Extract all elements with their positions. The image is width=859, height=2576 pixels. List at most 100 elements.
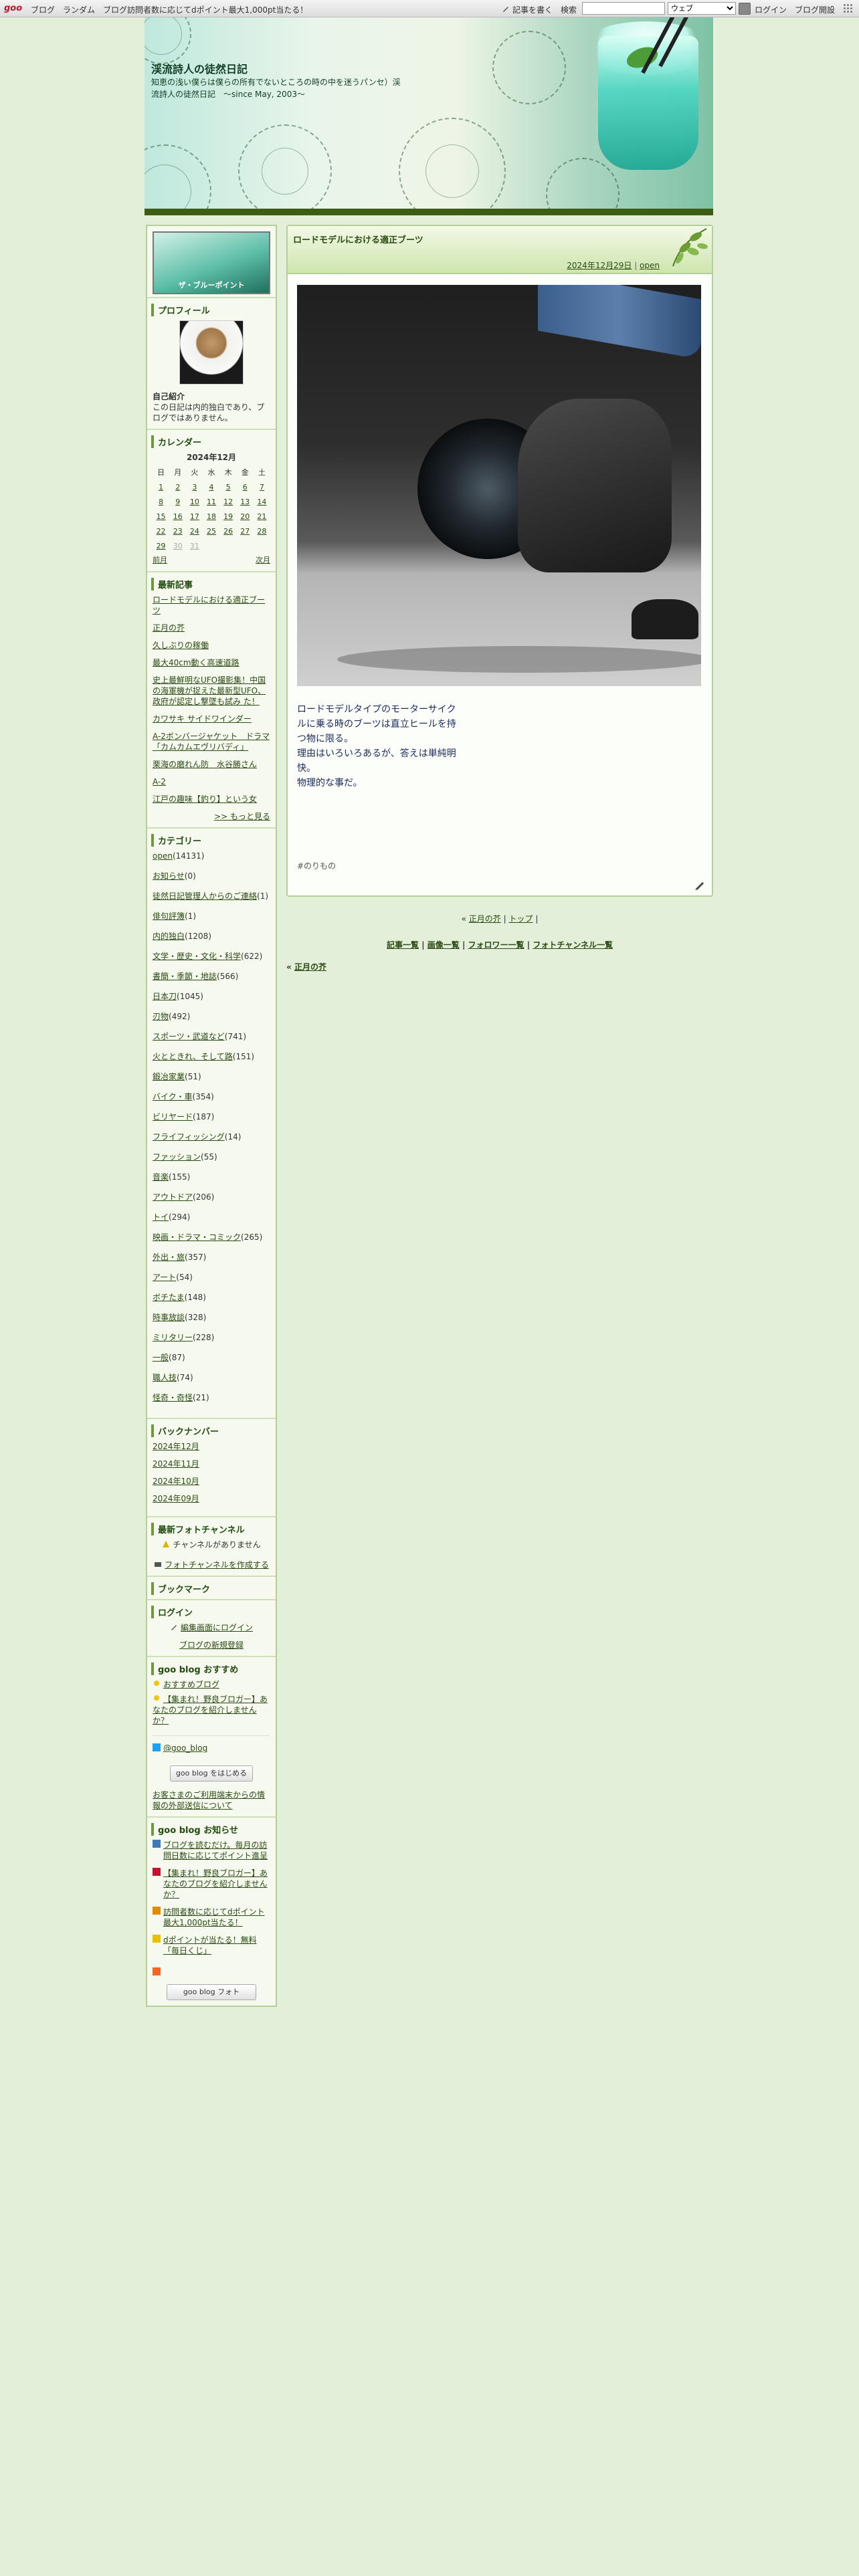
news-link[interactable]: 訪問者数に応じてdポイント最大1,000pt当たる！ — [163, 1907, 270, 1928]
backnumber-item-link[interactable]: 2024年12月 — [153, 1442, 199, 1451]
recent-entry[interactable]: 最大40cm動く高速道路 — [153, 657, 270, 668]
calendar-day[interactable]: 20 — [237, 510, 254, 524]
followers-list-link[interactable]: フォロワー一覧 — [468, 940, 524, 950]
calendar-day[interactable]: 25 — [203, 524, 219, 539]
category-item[interactable]: ボチたま(148) — [153, 1292, 270, 1303]
calendar-day-link[interactable]: 20 — [240, 512, 250, 521]
calendar-day[interactable]: 10 — [186, 495, 203, 510]
category-item[interactable]: バイク・車(354) — [153, 1091, 270, 1102]
category-item-link[interactable]: 職人技 — [153, 1373, 177, 1382]
topbar-link-campaign[interactable]: ブログ訪問者数に応じてdポイント最大1,000pt当たる！ — [103, 4, 308, 15]
page-top-link[interactable]: トップ — [508, 914, 533, 924]
category-item-link[interactable]: 怪奇・奇怪 — [153, 1393, 193, 1402]
category-item-link[interactable]: トイ — [153, 1212, 169, 1222]
category-item-link[interactable]: 音楽 — [153, 1172, 169, 1182]
category-item-link[interactable]: 刃物 — [153, 1012, 169, 1021]
calendar-day[interactable]: 16 — [169, 510, 186, 524]
recent-entry-link[interactable]: A-2ボンバージャケット ドラマ「カムカムエヴリバディ」 — [153, 732, 270, 752]
search-input[interactable] — [582, 2, 665, 15]
calendar-day[interactable]: 11 — [203, 495, 219, 510]
rss-icon[interactable] — [153, 1967, 161, 1975]
category-item-link[interactable]: スポーツ・武道など — [153, 1032, 225, 1041]
recommend-link[interactable]: おすすめブログ — [163, 1680, 219, 1689]
category-item-link[interactable]: ファッション — [153, 1152, 201, 1162]
category-item-link[interactable]: アウトドア — [153, 1192, 193, 1202]
menu-grid-icon[interactable] — [843, 3, 854, 14]
news-item[interactable]: 【集まれ！野良ブロガー】あなたのブログを紹介しませんか？ — [153, 1868, 270, 1900]
category-item-link[interactable]: open — [153, 851, 173, 861]
category-item[interactable]: 書簡・季節・地誌(566) — [153, 971, 270, 982]
calendar-day[interactable]: 28 — [254, 524, 270, 539]
calendar-day[interactable]: 14 — [254, 495, 270, 510]
news-link[interactable]: ブログを読むだけ。毎月の訪問日数に応じてポイント進呈 — [163, 1840, 270, 1861]
recent-entry-link[interactable]: カワサキ サイドワインダー — [153, 714, 252, 724]
category-item[interactable]: トイ(294) — [153, 1212, 270, 1222]
category-item[interactable]: アウトドア(206) — [153, 1192, 270, 1202]
calendar-day-link[interactable]: 27 — [240, 527, 250, 536]
calendar-day[interactable]: 19 — [220, 510, 237, 524]
category-item[interactable]: 一般(87) — [153, 1352, 270, 1363]
calendar-next-link[interactable]: 次月 — [256, 555, 270, 566]
calendar-day[interactable]: 12 — [220, 495, 237, 510]
category-item[interactable]: open(14131) — [153, 851, 270, 861]
recent-entry[interactable]: A-2 — [153, 776, 270, 787]
calendar-day[interactable]: 7 — [254, 480, 270, 495]
blog-title[interactable]: 渓流詩人の徒然日記 — [151, 60, 248, 76]
calendar-day[interactable]: 3 — [186, 480, 203, 495]
goo-logo[interactable]: goo — [4, 3, 22, 13]
category-item[interactable]: フライフィッシング(14) — [153, 1132, 270, 1142]
recent-entry-link[interactable]: A-2 — [153, 777, 166, 786]
search-scope-select[interactable]: ウェブ — [668, 2, 736, 15]
calendar-day-link[interactable]: 16 — [173, 512, 183, 521]
login-link[interactable]: ログイン — [755, 4, 787, 15]
category-item[interactable]: 音楽(155) — [153, 1172, 270, 1182]
category-item-link[interactable]: 俳句評簿 — [153, 911, 185, 921]
entry-title[interactable]: ロードモデルにおける適正ブーツ — [293, 233, 423, 245]
recent-entry[interactable]: 史上最鮮明なUFO撮影集！中国の海軍機が捉えた最新型UFO、政府が認定し撃墜も試… — [153, 675, 270, 707]
recent-entry-link[interactable]: 栗海の磨れん防 水谷勝さん — [153, 760, 257, 769]
category-item-link[interactable]: アート — [153, 1273, 176, 1282]
category-item-link[interactable]: 外出・旅 — [153, 1253, 185, 1262]
recent-entry[interactable]: 久しぶりの稼働 — [153, 640, 270, 651]
edit-pen-icon[interactable] — [694, 879, 705, 890]
entry-category-link[interactable]: open — [640, 261, 660, 270]
news-link[interactable]: dポイントが当たる！無料「毎日くじ」 — [163, 1935, 270, 1956]
page-prev-link[interactable]: 正月の芥 — [469, 914, 501, 924]
calendar-day[interactable]: 8 — [153, 495, 169, 510]
news-link[interactable]: 【集まれ！野良ブロガー】あなたのブログを紹介しませんか？ — [163, 1868, 270, 1900]
category-item[interactable]: アート(54) — [153, 1272, 270, 1283]
calendar-day-link[interactable]: 28 — [257, 527, 266, 536]
recent-entry-link[interactable]: 久しぶりの稼働 — [153, 641, 209, 650]
category-item-link[interactable]: 時事放談 — [153, 1313, 185, 1322]
calendar-day-link[interactable]: 18 — [207, 512, 216, 521]
news-item[interactable]: 訪問者数に応じてdポイント最大1,000pt当たる！ — [153, 1907, 270, 1928]
calendar-day[interactable]: 5 — [220, 480, 237, 495]
calendar-day-link[interactable]: 21 — [257, 512, 266, 521]
backnumber-item-link[interactable]: 2024年10月 — [153, 1477, 199, 1486]
sidebar-banner[interactable]: ザ・ブルーポイント — [153, 231, 270, 294]
calendar-day-link[interactable]: 11 — [207, 498, 216, 506]
category-item[interactable]: ミリタリー(228) — [153, 1332, 270, 1343]
category-item-link[interactable]: 書簡・季節・地誌 — [153, 972, 217, 981]
category-item-link[interactable]: 火とときれ、そして路 — [153, 1052, 233, 1061]
recent-entry-link[interactable]: ロードモデルにおける適正ブーツ — [153, 595, 265, 615]
calendar-day[interactable]: 22 — [153, 524, 169, 539]
news-item[interactable]: dポイントが当たる！無料「毎日くじ」 — [153, 1935, 270, 1956]
backnumber-item-link[interactable]: 2024年11月 — [153, 1459, 199, 1469]
category-item-link[interactable]: 徒然日記管理人からのご連絡 — [153, 891, 257, 901]
backnumber-item[interactable]: 2024年12月 — [153, 1441, 270, 1452]
category-item[interactable]: 刃物(492) — [153, 1011, 270, 1022]
category-item-link[interactable]: ミリタリー — [153, 1333, 193, 1342]
write-entry-link[interactable]: 記事を書く — [512, 4, 553, 15]
calendar-day[interactable]: 26 — [220, 524, 237, 539]
calendar-day-link[interactable]: 2 — [175, 483, 180, 492]
calendar-day[interactable]: 13 — [237, 495, 254, 510]
calendar-day[interactable]: 31 — [186, 539, 203, 554]
category-item-link[interactable]: フライフィッシング — [153, 1132, 225, 1142]
edit-login-link[interactable]: 編集画面にログイン — [181, 1623, 253, 1632]
news-item[interactable]: ブログを読むだけ。毎月の訪問日数に応じてポイント進呈 — [153, 1840, 270, 1861]
search-button[interactable] — [739, 3, 751, 15]
twitter-link[interactable]: @goo_blog — [163, 1743, 207, 1753]
category-item-link[interactable]: ビリヤード — [153, 1112, 193, 1121]
calendar-day-link[interactable]: 9 — [175, 498, 180, 506]
